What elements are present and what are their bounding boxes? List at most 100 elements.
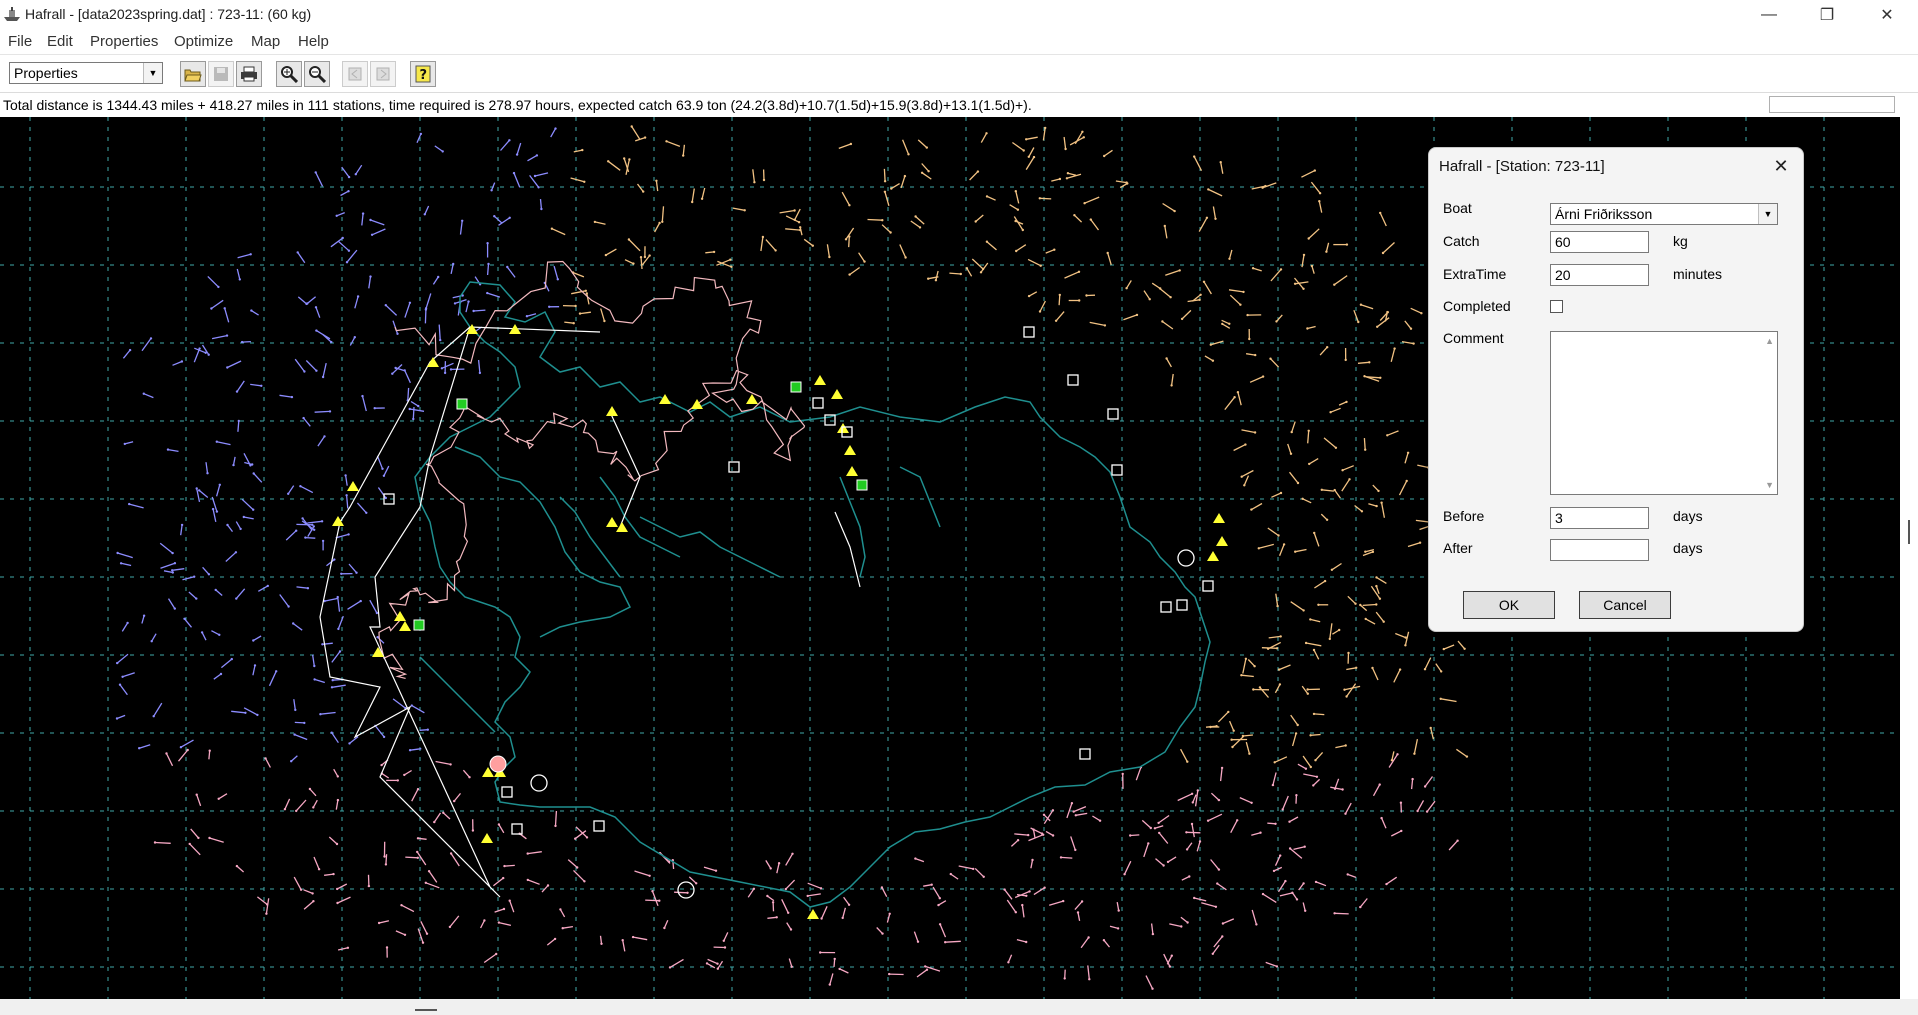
station-circle[interactable] [677,881,695,899]
station-circle[interactable] [1177,549,1195,567]
after-input[interactable] [1550,539,1649,561]
station-dialog: Hafrall - [Station: 723-11] ✕ Boat Árni … [1428,147,1804,632]
scroll-up-icon[interactable]: ▲ [1765,336,1774,346]
selected-station[interactable] [489,755,507,773]
station-triangle[interactable] [1216,536,1228,546]
zoom-out-icon [309,66,326,83]
menu-edit[interactable]: Edit [47,33,73,50]
station-triangle[interactable] [1213,513,1225,523]
horizontal-scroll-thumb[interactable] [415,1009,437,1011]
arrow-head [1161,320,1164,323]
current-arrow [1291,891,1298,900]
current-arrow [306,296,317,305]
arrow-head [1148,298,1151,301]
current-arrow [1045,249,1055,254]
station-filled-square[interactable] [456,398,468,410]
vertical-scroll-thumb[interactable] [1908,520,1910,544]
station-filled-square[interactable] [790,381,802,393]
station-square[interactable] [1176,599,1188,611]
current-arrow [1251,832,1261,836]
station-circle[interactable] [530,774,548,792]
back-button[interactable] [342,61,368,87]
current-arrow [669,958,684,968]
menu-properties[interactable]: Properties [90,33,158,50]
menu-optimize[interactable]: Optimize [174,33,233,50]
scroll-down-icon[interactable]: ▼ [1765,480,1774,490]
current-arrow [395,930,406,936]
arrow-head [376,636,379,639]
dialog-close-button[interactable]: ✕ [1769,154,1793,178]
save-button[interactable] [208,61,234,87]
minimize-button[interactable]: — [1746,0,1792,30]
arrow-head [1103,324,1107,327]
arrow-head [1039,264,1042,267]
arrow-head [380,763,383,767]
station-triangle[interactable] [347,481,359,491]
station-square[interactable] [593,820,605,832]
arrow-head [416,850,419,854]
station-triangle[interactable] [837,423,849,433]
arrow-head [769,867,772,870]
station-square[interactable] [1160,601,1172,613]
station-square[interactable] [511,823,523,835]
menu-map[interactable]: Map [251,33,280,50]
station-triangle[interactable] [831,389,843,399]
comment-textarea[interactable]: ▲ ▼ [1550,331,1778,495]
view-select[interactable]: Properties ▼ [9,62,163,84]
station-triangle[interactable] [606,406,618,416]
arrow-head [217,797,220,800]
station-square[interactable] [501,786,513,798]
arrow-head [1207,188,1210,191]
cancel-button[interactable]: Cancel [1579,591,1671,619]
station-triangle[interactable] [691,399,703,409]
close-window-button[interactable]: ✕ [1864,0,1910,30]
station-triangle[interactable] [814,375,826,385]
completed-checkbox[interactable] [1550,300,1563,313]
station-triangle[interactable] [1207,551,1219,561]
station-triangle[interactable] [807,909,819,919]
extratime-input[interactable]: 20 [1550,264,1649,286]
zoom-in-button[interactable] [276,61,302,87]
horizontal-scrollbar[interactable] [0,999,1918,1015]
comment-scrollbar[interactable]: ▲ ▼ [1760,332,1777,494]
station-square[interactable] [1023,326,1035,338]
station-triangle[interactable] [427,357,439,367]
station-triangle[interactable] [606,517,618,527]
arrow-head [128,348,132,352]
station-triangle[interactable] [399,621,411,631]
arrow-head [1240,475,1243,478]
catch-input[interactable]: 60 [1550,231,1649,253]
before-input[interactable]: 3 [1550,507,1649,529]
vertical-scrollbar[interactable] [1900,117,1918,999]
menu-help[interactable]: Help [298,33,329,50]
station-square[interactable] [812,397,824,409]
arrow-head [508,139,511,142]
open-button[interactable] [180,61,206,87]
station-square[interactable] [1111,464,1123,476]
print-button[interactable] [236,61,262,87]
station-triangle[interactable] [746,394,758,404]
station-square[interactable] [1202,580,1214,592]
forward-button[interactable] [370,61,396,87]
station-filled-square[interactable] [856,479,868,491]
restore-button[interactable]: ❐ [1804,0,1850,30]
zoom-out-button[interactable] [304,61,330,87]
station-square[interactable] [728,461,740,473]
station-square[interactable] [1067,374,1079,386]
menu-file[interactable]: File [8,33,32,50]
current-arrow [701,187,706,199]
station-triangle[interactable] [659,394,671,404]
help-button[interactable]: ? [410,61,436,87]
arrow-head [819,887,823,890]
station-triangle[interactable] [844,445,856,455]
boat-select[interactable]: Árni Friðriksson ▼ [1550,203,1778,225]
station-filled-square[interactable] [413,619,425,631]
station-square[interactable] [1079,748,1091,760]
station-triangle[interactable] [846,466,858,476]
station-triangle[interactable] [481,833,493,843]
station-square[interactable] [1107,408,1119,420]
arrow-head [920,171,924,174]
arrow-head [627,238,631,241]
arrow-head [1149,826,1153,830]
ok-button[interactable]: OK [1463,591,1555,619]
